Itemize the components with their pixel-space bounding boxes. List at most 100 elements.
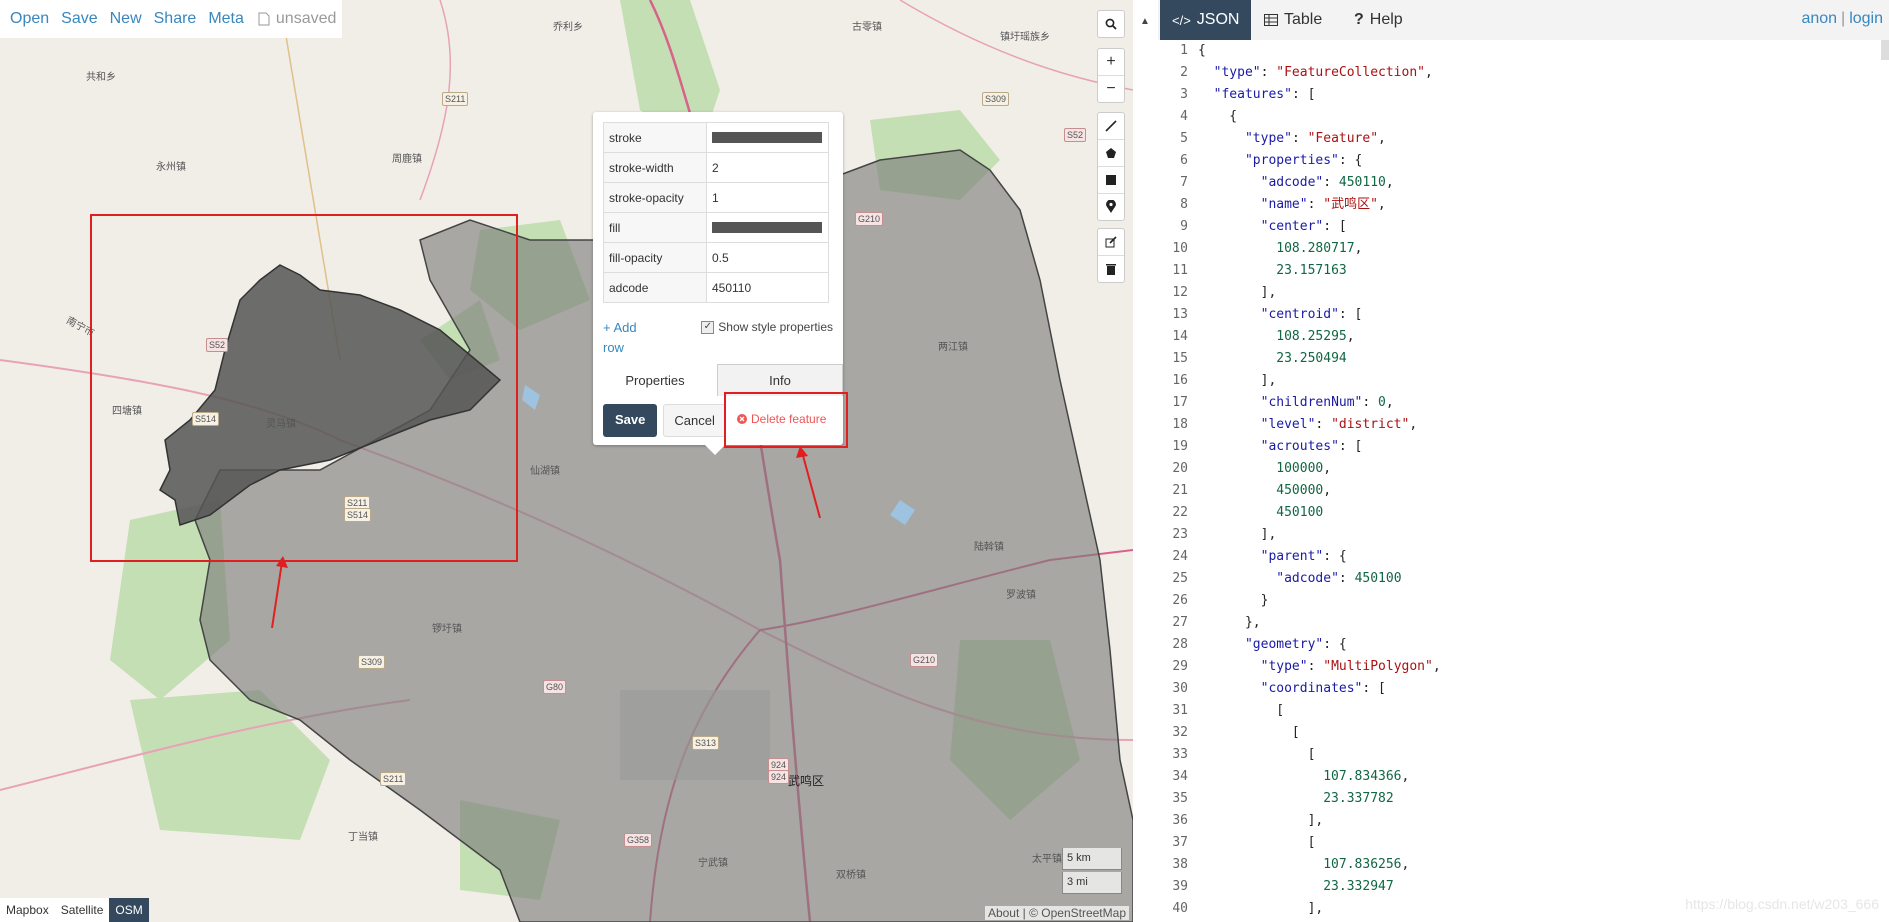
- code-line[interactable]: 14 108.25295,: [1158, 326, 1889, 348]
- code-line[interactable]: 9 "center": [: [1158, 216, 1889, 238]
- code-text: ],: [1198, 285, 1277, 300]
- tab-table[interactable]: Table: [1264, 0, 1322, 40]
- code-line[interactable]: 13 "centroid": [: [1158, 304, 1889, 326]
- code-line[interactable]: 24 "parent": {: [1158, 546, 1889, 568]
- code-line[interactable]: 2 "type": "FeatureCollection",: [1158, 62, 1889, 84]
- code-line[interactable]: 22 450100: [1158, 502, 1889, 524]
- code-line[interactable]: 23 ],: [1158, 524, 1889, 546]
- panel-tabbar: </> JSON Table ? Help anon | login: [1158, 0, 1889, 40]
- code-line[interactable]: 36 ],: [1158, 810, 1889, 832]
- code-line[interactable]: 37 [: [1158, 832, 1889, 854]
- code-line[interactable]: 35 23.337782: [1158, 788, 1889, 810]
- json-editor[interactable]: 1{2 "type": "FeatureCollection", 3 "featu…: [1158, 40, 1889, 922]
- anon-link[interactable]: anon: [1801, 10, 1837, 27]
- code-line[interactable]: 1{: [1158, 40, 1889, 62]
- code-line[interactable]: 6 "properties": {: [1158, 150, 1889, 172]
- line-number: 11: [1172, 263, 1188, 278]
- code-text: 450000,: [1276, 483, 1332, 498]
- code-text: 108.25295,: [1276, 329, 1355, 344]
- code-line[interactable]: 12 ],: [1158, 282, 1889, 304]
- line-number: 38: [1172, 857, 1188, 872]
- code-text: {: [1198, 43, 1206, 58]
- line-number: 33: [1172, 747, 1188, 762]
- line-number: 13: [1172, 307, 1188, 322]
- code-line[interactable]: 25 "adcode": 450100: [1158, 568, 1889, 590]
- code-text: "adcode": 450100: [1276, 571, 1402, 586]
- line-number: 17: [1172, 395, 1188, 410]
- code-line[interactable]: 20 100000,: [1158, 458, 1889, 480]
- line-number: 22: [1172, 505, 1188, 520]
- line-number: 12: [1172, 285, 1188, 300]
- code-line[interactable]: 34 107.834366,: [1158, 766, 1889, 788]
- layer-osm[interactable]: OSM: [109, 898, 149, 922]
- code-text: [: [1198, 725, 1300, 740]
- line-number: 23: [1172, 527, 1188, 542]
- code-text: "childrenNum": 0,: [1260, 395, 1394, 410]
- tab-help[interactable]: ? Help: [1354, 0, 1403, 40]
- login-link[interactable]: login: [1849, 10, 1883, 27]
- map-canvas[interactable]: 乔利乡 古零镇 镇圩瑶族乡 共和乡 永州镇 周鹿镇 四塘镇 灵马镇 仙湖镇 两江…: [0, 0, 1133, 922]
- line-number: 40: [1172, 901, 1188, 916]
- panel-collapse[interactable]: ▲: [1133, 0, 1159, 922]
- layer-satellite[interactable]: Satellite: [55, 898, 110, 922]
- code-line[interactable]: 15 23.250494: [1158, 348, 1889, 370]
- code-text: ],: [1198, 527, 1277, 542]
- code-line[interactable]: 21 450000,: [1158, 480, 1889, 502]
- table-icon: [1264, 14, 1278, 26]
- side-panel: </> JSON Table ? Help anon | login 1{2 "ty…: [1158, 0, 1889, 922]
- code-line[interactable]: 11 23.157163: [1158, 260, 1889, 282]
- code-text: "parent": {: [1260, 549, 1347, 564]
- tab-json-label: JSON: [1196, 11, 1240, 28]
- tab-json[interactable]: </> JSON: [1160, 0, 1252, 40]
- layer-mapbox[interactable]: Mapbox: [0, 898, 55, 922]
- code-line[interactable]: 38 107.836256,: [1158, 854, 1889, 876]
- code-line[interactable]: 7 "adcode": 450110,: [1158, 172, 1889, 194]
- line-number: 1: [1180, 43, 1188, 58]
- code-line[interactable]: 19 "acroutes": [: [1158, 436, 1889, 458]
- code-line[interactable]: 30 "coordinates": [: [1158, 678, 1889, 700]
- line-number: 27: [1172, 615, 1188, 630]
- code-line[interactable]: 28 "geometry": {: [1158, 634, 1889, 656]
- line-number: 15: [1172, 351, 1188, 366]
- collapse-icon[interactable]: ▲: [1140, 16, 1150, 27]
- code-text: "features": [: [1213, 87, 1316, 102]
- line-number: 9: [1180, 219, 1188, 234]
- code-text: 23.332947: [1323, 879, 1394, 894]
- code-text: ],: [1198, 373, 1277, 388]
- line-number: 32: [1172, 725, 1188, 740]
- tab-table-label: Table: [1284, 11, 1323, 28]
- code-text: "type": "Feature",: [1244, 131, 1386, 146]
- line-number: 18: [1172, 417, 1188, 432]
- code-line[interactable]: 10 108.280717,: [1158, 238, 1889, 260]
- code-text: "coordinates": [: [1260, 681, 1386, 696]
- code-text: 108.280717,: [1276, 241, 1363, 256]
- code-line[interactable]: 26 }: [1158, 590, 1889, 612]
- code-line[interactable]: 31 [: [1158, 700, 1889, 722]
- code-text: }: [1198, 593, 1269, 608]
- line-number: 29: [1172, 659, 1188, 674]
- code-line[interactable]: 16 ],: [1158, 370, 1889, 392]
- code-text: 450100: [1276, 505, 1324, 520]
- map-attribution[interactable]: About | © OpenStreetMap: [984, 906, 1129, 920]
- line-number: 39: [1172, 879, 1188, 894]
- line-number: 30: [1172, 681, 1188, 696]
- editor-scrollbar[interactable]: [1881, 40, 1889, 60]
- code-text: "type": "FeatureCollection",: [1213, 65, 1433, 80]
- code-line[interactable]: 32 [: [1158, 722, 1889, 744]
- user-menu: anon | login: [1801, 10, 1883, 28]
- code-line[interactable]: 17 "childrenNum": 0,: [1158, 392, 1889, 414]
- code-line[interactable]: 18 "level": "district",: [1158, 414, 1889, 436]
- code-text: ],: [1198, 901, 1324, 916]
- code-line[interactable]: 33 [: [1158, 744, 1889, 766]
- code-line[interactable]: 29 "type": "MultiPolygon",: [1158, 656, 1889, 678]
- line-number: 7: [1180, 175, 1188, 190]
- code-line[interactable]: 3 "features": [: [1158, 84, 1889, 106]
- code-line[interactable]: 4 {: [1158, 106, 1889, 128]
- code-line[interactable]: 27 },: [1158, 612, 1889, 634]
- code-line[interactable]: 39 23.332947: [1158, 876, 1889, 898]
- line-number: 26: [1172, 593, 1188, 608]
- code-line[interactable]: 5 "type": "Feature",: [1158, 128, 1889, 150]
- code-text: "center": [: [1260, 219, 1347, 234]
- code-line[interactable]: 8 "name": "武鸣区",: [1158, 194, 1889, 216]
- line-number: 16: [1172, 373, 1188, 388]
